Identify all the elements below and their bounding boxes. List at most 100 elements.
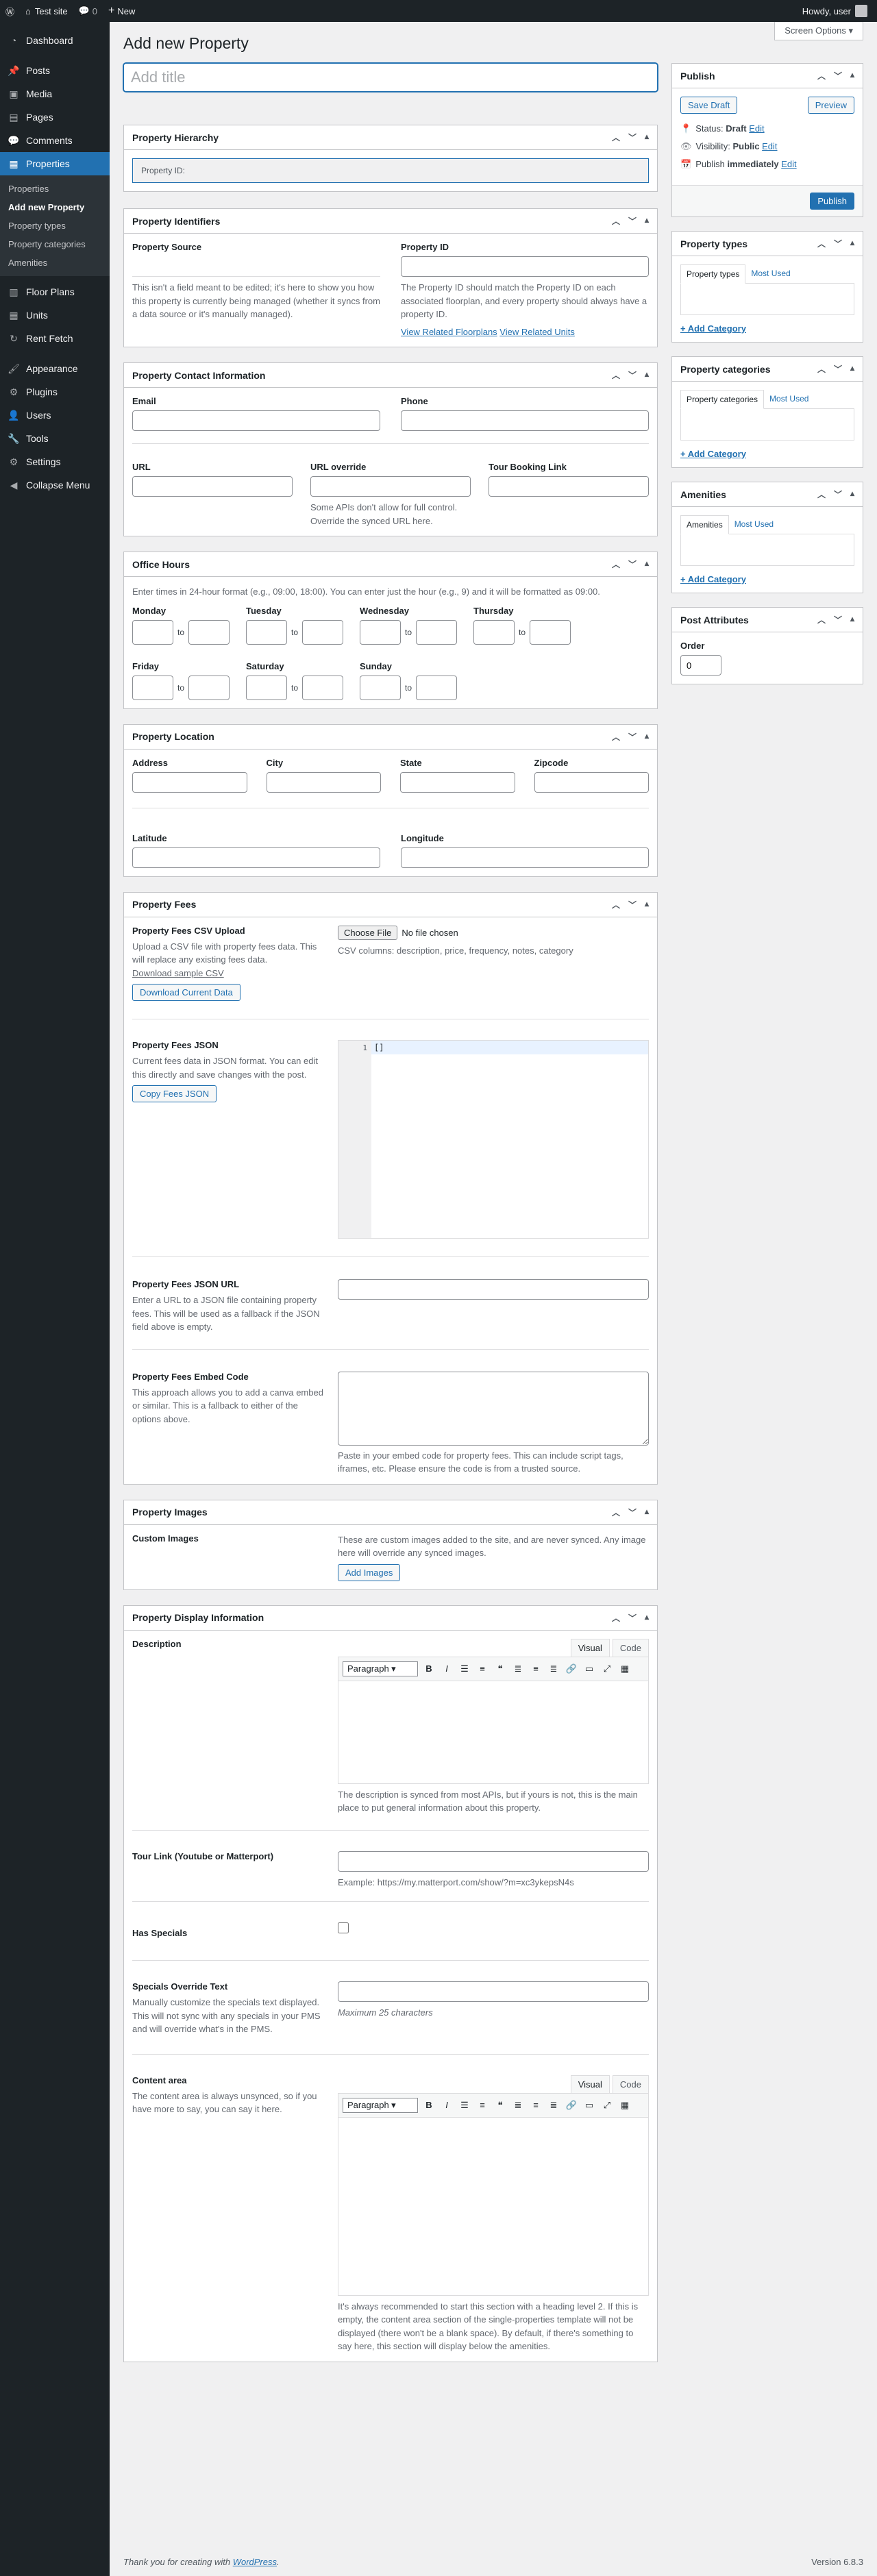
edit-visibility-link[interactable]: Edit [762,141,777,151]
arrow-down-icon[interactable]: ﹀ [628,558,637,570]
link-icon[interactable]: 🔗 [565,1663,578,1674]
longitude-input[interactable] [401,847,649,868]
toggle-icon[interactable]: ▴ [645,1612,649,1624]
arrow-up-icon[interactable]: ︿ [612,1612,620,1624]
arrow-down-icon[interactable]: ﹀ [628,731,637,743]
publish-button[interactable]: Publish [810,193,854,210]
visual-tab[interactable]: Visual [570,1638,610,1657]
code-tab[interactable]: Code [612,2075,649,2094]
read-more-icon[interactable]: ▭ [582,1663,596,1674]
address-input[interactable] [132,771,247,793]
toggle-icon[interactable]: ▴ [645,369,649,381]
tour-booking-input[interactable] [489,476,649,497]
edit-schedule-link[interactable]: Edit [781,159,796,169]
bold-icon[interactable]: B [422,2100,436,2110]
open-time-input[interactable] [246,619,287,645]
toggle-icon[interactable]: ▴ [850,488,854,500]
view-related-units-link[interactable]: View Related Units [499,327,575,337]
arrow-up-icon[interactable]: ︿ [612,558,620,570]
tab-all[interactable]: Property categories [680,390,765,409]
bullet-list-icon[interactable]: ☰ [458,2100,471,2111]
sidebar-item-rent-fetch[interactable]: ↻ Rent Fetch [0,327,110,350]
arrow-down-icon[interactable]: ﹀ [834,238,842,249]
submenu-property-categories[interactable]: Property categories [0,235,110,253]
arrow-up-icon[interactable]: ︿ [612,215,620,227]
preview-button[interactable]: Preview [807,97,854,114]
open-time-input[interactable] [132,675,173,700]
city-input[interactable] [266,771,381,793]
arrow-up-icon[interactable]: ︿ [612,899,620,911]
url-override-input[interactable] [310,476,471,497]
box-header[interactable]: Amenities ︿ ﹀ ▴ [672,482,863,507]
align-left-icon[interactable]: ≣ [511,2100,525,2111]
arrow-down-icon[interactable]: ﹀ [834,70,842,82]
copy-fees-json-button[interactable]: Copy Fees JSON [132,1085,217,1102]
close-time-input[interactable] [188,619,230,645]
fullscreen-icon[interactable]: ⤢ [600,2100,614,2111]
toggle-icon[interactable]: ▴ [645,731,649,743]
box-header[interactable]: Post Attributes ︿ ﹀ ▴ [672,608,863,632]
close-time-input[interactable] [416,675,458,700]
sidebar-item-units[interactable]: ▦ Units [0,304,110,327]
box-header[interactable]: Property Contact Information ︿ ﹀ ▴ [124,363,657,388]
toggle-icon[interactable]: ▴ [645,558,649,570]
read-more-icon[interactable]: ▭ [582,2100,596,2111]
close-time-input[interactable] [530,619,571,645]
kitchen-sink-icon[interactable]: ▦ [618,1663,632,1674]
view-related-floorplans-link[interactable]: View Related Floorplans [401,327,497,337]
submenu-property-types[interactable]: Property types [0,216,110,235]
sidebar-item-appearance[interactable]: 🖌 Appearance [0,357,110,380]
fees-json-url-input[interactable] [338,1279,649,1300]
content-editor[interactable] [338,2117,649,2296]
description-editor[interactable] [338,1681,649,1784]
save-draft-button[interactable]: Save Draft [680,97,738,114]
edit-status-link[interactable]: Edit [749,123,764,134]
arrow-up-icon[interactable]: ︿ [817,614,826,626]
arrow-down-icon[interactable]: ﹀ [834,488,842,500]
toggle-icon[interactable]: ▴ [850,614,854,626]
align-right-icon[interactable]: ≣ [547,2100,560,2111]
arrow-down-icon[interactable]: ﹀ [628,1612,637,1624]
sidebar-item-media[interactable]: ▣ Media [0,82,110,106]
arrow-up-icon[interactable]: ︿ [612,731,620,743]
sidebar-item-floor-plans[interactable]: ▥ Floor Plans [0,280,110,304]
open-time-input[interactable] [246,675,287,700]
sidebar-item-dashboard[interactable]: ◔ Dashboard [0,29,110,52]
box-header[interactable]: Property categories ︿ ﹀ ▴ [672,357,863,382]
close-time-input[interactable] [416,619,458,645]
download-current-data-button[interactable]: Download Current Data [132,984,240,1001]
title-input[interactable] [123,63,658,92]
toggle-icon[interactable]: ▴ [645,899,649,911]
toggle-icon[interactable]: ▴ [850,363,854,375]
box-header[interactable]: Publish ︿ ﹀ ▴ [672,64,863,88]
arrow-up-icon[interactable]: ︿ [817,238,826,249]
tour-link-input[interactable] [338,1850,649,1872]
fees-embed-textarea[interactable] [338,1371,649,1446]
add-images-button[interactable]: Add Images [338,1563,401,1581]
bullet-list-icon[interactable]: ☰ [458,1663,471,1674]
tab-all[interactable]: Amenities [680,515,729,534]
sidebar-item-collapse-menu[interactable]: ◀ Collapse Menu [0,473,110,497]
email-input[interactable] [132,410,380,431]
submenu-add-new-property[interactable]: Add new Property [0,198,110,216]
comments-link[interactable]: 💬 0 [73,0,103,22]
visual-tab[interactable]: Visual [570,2075,610,2094]
numbered-list-icon[interactable]: ≡ [475,1663,489,1674]
arrow-up-icon[interactable]: ︿ [612,132,620,143]
box-header[interactable]: Property Location ︿ ﹀ ▴ [124,725,657,750]
toggle-icon[interactable]: ▴ [850,70,854,82]
toggle-icon[interactable]: ▴ [850,238,854,249]
sidebar-item-users[interactable]: 👤 Users [0,404,110,427]
box-header[interactable]: Property Identifiers ︿ ﹀ ▴ [124,209,657,234]
tab-all[interactable]: Property types [680,264,746,284]
state-input[interactable] [400,771,515,793]
toggle-icon[interactable]: ▴ [645,1507,649,1518]
wordpress-link[interactable]: WordPress [233,2557,277,2567]
tab-most-used[interactable]: Most Used [764,390,814,408]
open-time-input[interactable] [360,675,401,700]
arrow-up-icon[interactable]: ︿ [612,1507,620,1518]
box-header[interactable]: Property Display Information ︿ ﹀ ▴ [124,1606,657,1631]
choose-file-button[interactable]: Choose File [338,925,398,940]
tab-most-used[interactable]: Most Used [729,515,779,534]
sidebar-item-pages[interactable]: ▤ Pages [0,106,110,129]
